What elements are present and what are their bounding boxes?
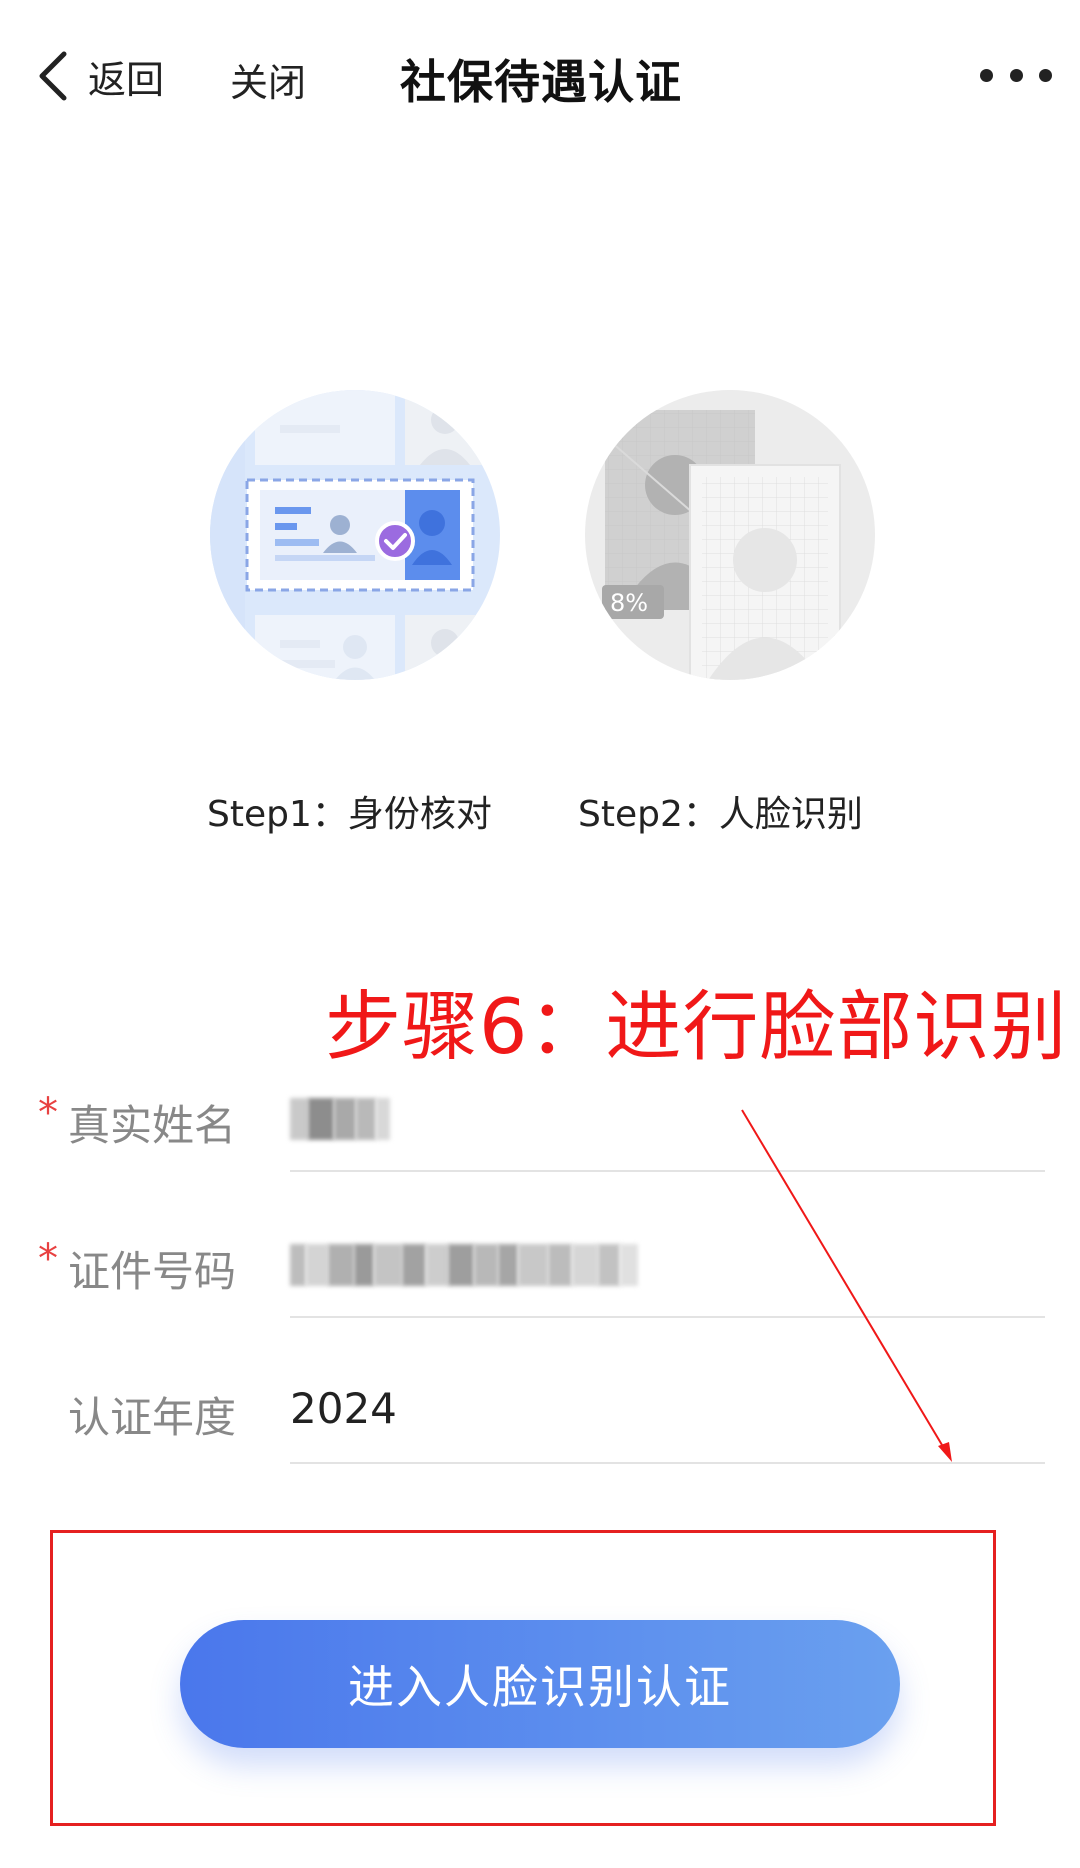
name-label: 真实姓名 xyxy=(68,1101,237,1150)
year-label: 认证年度 xyxy=(68,1393,237,1442)
face-recognition-illustration: 8% xyxy=(580,385,880,685)
step1-label: Step1：身份核对 xyxy=(207,794,492,835)
more-dot xyxy=(1009,68,1023,82)
nav-bar: 返回 关闭 社保待遇认证 xyxy=(0,0,1080,150)
start-face-recognition-button[interactable]: 进入人脸识别认证 xyxy=(180,1620,900,1748)
required-star: * xyxy=(38,1236,58,1282)
more-dots-icon[interactable] xyxy=(980,60,1052,90)
field-underline xyxy=(290,1316,1045,1318)
back-button[interactable]: 返回 xyxy=(36,44,164,108)
step2-label: Step2：人脸识别 xyxy=(578,794,863,835)
field-underline xyxy=(290,1462,1045,1464)
more-dot xyxy=(1039,68,1052,82)
chevron-left-icon xyxy=(36,44,84,108)
id-card-verification-illustration xyxy=(205,385,505,685)
field-underline xyxy=(290,1170,1045,1172)
id-number-field-row: * 证件号码 xyxy=(0,1196,1080,1336)
id-number-label: 证件号码 xyxy=(68,1247,237,1296)
close-button[interactable]: 关闭 xyxy=(230,52,306,107)
more-dot xyxy=(980,68,993,82)
masked-name-value[interactable] xyxy=(290,1098,390,1140)
progress-percent-text: 8% xyxy=(610,589,648,617)
masked-id-number-value[interactable] xyxy=(290,1244,638,1286)
required-star: * xyxy=(38,1090,58,1136)
year-field-row: 认证年度 2024 xyxy=(0,1342,1080,1482)
page-title: 社保待遇认证 xyxy=(400,55,682,109)
back-label: 返回 xyxy=(88,57,165,102)
name-field-row: * 真实姓名 xyxy=(0,1050,1080,1190)
year-value[interactable]: 2024 xyxy=(290,1384,397,1433)
